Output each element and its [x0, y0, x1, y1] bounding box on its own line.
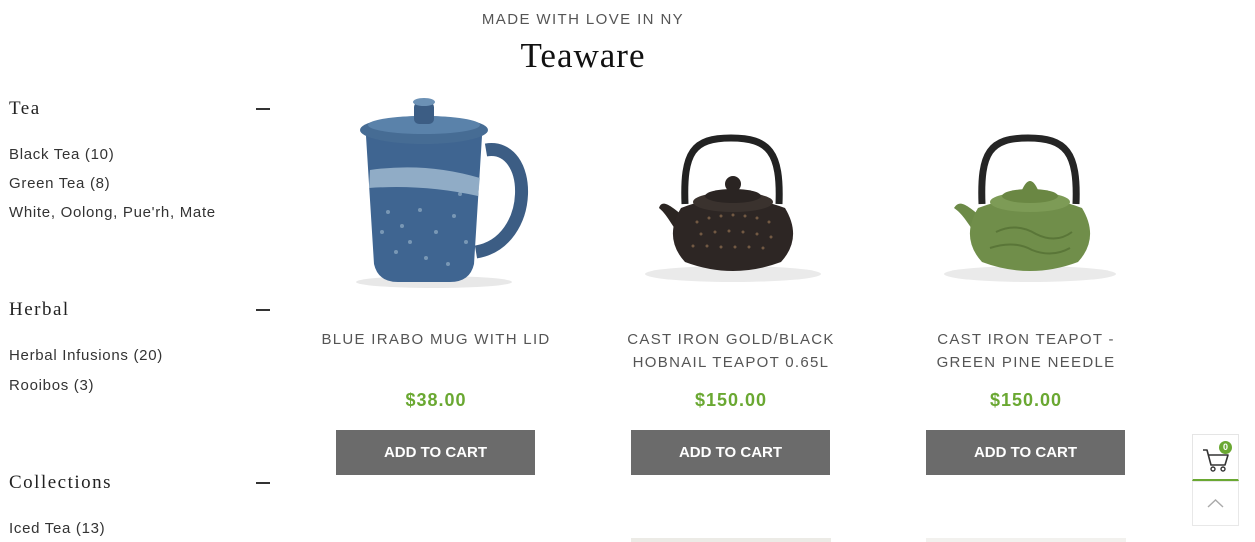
- tagline: MADE WITH LOVE IN NY: [481, 11, 685, 28]
- add-to-cart-button[interactable]: ADD TO CART: [926, 430, 1125, 475]
- sidebar-link-black-tea[interactable]: Black Tea (10): [9, 146, 114, 163]
- category-title: Herbal: [9, 299, 70, 320]
- black-teapot-image[interactable]: [631, 92, 831, 292]
- collapse-minus-icon[interactable]: [256, 482, 270, 484]
- sidebar-link-white-oolong[interactable]: White, Oolong, Pue'rh, Mate: [9, 204, 216, 221]
- sidebar-link-iced-tea[interactable]: Iced Tea (13): [9, 520, 105, 537]
- sidebar-link-green-tea[interactable]: Green Tea (8): [9, 175, 110, 192]
- product-name[interactable]: BLUE IRABO MUG WITH LID: [316, 328, 556, 351]
- back-to-top-button[interactable]: [1192, 481, 1239, 526]
- page-title: Teaware: [520, 36, 646, 75]
- add-to-cart-button[interactable]: ADD TO CART: [336, 430, 535, 475]
- product-card: CAST IRON GOLD/BLACK HOBNAIL TEAPOT 0.65…: [627, 92, 833, 475]
- sidebar-link-rooibos[interactable]: Rooibos (3): [9, 377, 94, 394]
- product-name[interactable]: CAST IRON GOLD/BLACK HOBNAIL TEAPOT 0.65…: [611, 328, 851, 374]
- next-row-product-image: [926, 538, 1126, 542]
- chevron-up-icon: [1207, 499, 1224, 508]
- category-title: Collections: [9, 472, 113, 493]
- collapse-minus-icon[interactable]: [256, 309, 270, 311]
- product-name[interactable]: CAST IRON TEAPOT - GREEN PINE NEEDLE: [906, 328, 1146, 374]
- collapse-minus-icon[interactable]: [256, 108, 270, 110]
- blue-mug-image[interactable]: [336, 92, 536, 292]
- product-card: CAST IRON TEAPOT - GREEN PINE NEEDLE $15…: [926, 92, 1126, 475]
- category-header-herbal[interactable]: Herbal: [9, 298, 271, 322]
- product-price: $150.00: [694, 390, 768, 410]
- product-price: $38.00: [405, 390, 467, 410]
- cart-icon: [1203, 449, 1229, 472]
- category-header-collections[interactable]: Collections: [9, 471, 271, 495]
- add-to-cart-button[interactable]: ADD TO CART: [631, 430, 830, 475]
- category-title: Tea: [9, 98, 41, 119]
- green-teapot-image[interactable]: [926, 92, 1126, 292]
- next-row-product-image: [631, 538, 831, 542]
- cart-widget[interactable]: 0: [1192, 434, 1239, 481]
- sidebar-link-herbal-infusions[interactable]: Herbal Infusions (20): [9, 347, 163, 364]
- category-header-tea[interactable]: Tea: [9, 97, 271, 121]
- product-card: BLUE IRABO MUG WITH LID $38.00 ADD TO CA…: [321, 92, 549, 475]
- product-price: $150.00: [989, 390, 1063, 410]
- cart-count-badge: 0: [1219, 441, 1232, 454]
